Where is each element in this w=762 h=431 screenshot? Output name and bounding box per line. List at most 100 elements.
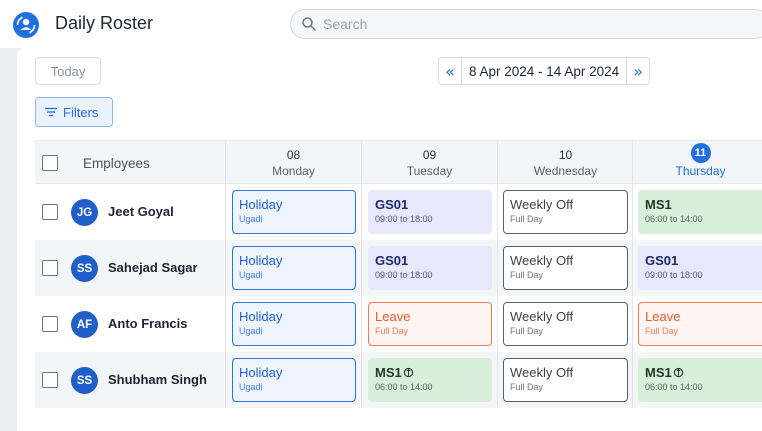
row-checkbox[interactable] — [42, 316, 58, 332]
day-header-monday: 08 Monday — [225, 141, 361, 185]
column-divider — [632, 296, 633, 352]
people-circle-icon[interactable] — [13, 12, 39, 38]
column-divider — [632, 184, 633, 240]
column-divider — [361, 240, 362, 296]
date-range-label[interactable]: 8 Apr 2024 - 14 Apr 2024 — [462, 57, 627, 85]
shift-cell[interactable]: Leave Full Day — [638, 302, 762, 346]
shift-title: Holiday — [239, 365, 283, 380]
shift-detail: 09:00 to 18:00 — [375, 214, 433, 224]
shift-detail: 09:00 to 18:00 — [645, 270, 703, 280]
shift-title: Holiday — [239, 197, 283, 212]
today-button[interactable]: Today — [35, 57, 101, 85]
search-box[interactable] — [290, 9, 762, 39]
shift-title: Weekly Off — [510, 197, 574, 212]
shift-cell[interactable]: Holiday Ugadi — [232, 190, 356, 234]
roster-panel: Today « 8 Apr 2024 - 14 Apr 2024 » Filte… — [17, 48, 762, 431]
day-number: 10 — [558, 148, 573, 162]
filters-button[interactable]: Filters — [35, 97, 113, 127]
shift-cell[interactable]: Weekly Off Full Day — [503, 358, 628, 402]
search-icon — [302, 17, 316, 31]
shift-detail: 06:00 to 14:00 — [645, 214, 703, 224]
shift-cell[interactable]: GS01 09:00 to 18:00 — [368, 190, 492, 234]
filters-label: Filters — [63, 104, 99, 120]
column-divider — [225, 240, 226, 296]
shift-detail: 06:00 to 14:00 — [375, 382, 433, 392]
employee-name[interactable]: Shubham Singh — [108, 372, 207, 387]
next-week-button[interactable]: » — [626, 57, 651, 85]
table-row: SS Sahejad Sagar Holiday Ugadi GS01 09:0… — [35, 240, 762, 296]
shift-detail: Full Day — [510, 326, 544, 336]
shift-cell[interactable]: Leave Full Day — [368, 302, 492, 346]
column-divider — [225, 352, 226, 408]
double-chevron-left-icon: « — [445, 61, 455, 81]
shift-detail: Full Day — [645, 326, 679, 336]
shift-cell[interactable]: Holiday Ugadi — [232, 302, 356, 346]
day-number: 08 — [286, 148, 301, 162]
app-window: Daily Roster Today « 8 Apr 2024 - 14 Apr… — [0, 0, 762, 431]
shift-cell[interactable]: Holiday Ugadi — [232, 358, 356, 402]
employee-name[interactable]: Sahejad Sagar — [108, 260, 198, 275]
shift-detail: Ugadi — [239, 382, 263, 392]
avatar: SS — [71, 367, 98, 394]
shift-title-line: MS1 — [375, 365, 485, 380]
day-name: Thursday — [675, 164, 726, 178]
avatar: AF — [71, 311, 98, 338]
employee-name[interactable]: Jeet Goyal — [108, 204, 174, 219]
day-header-tuesday: 09 Tuesday — [361, 141, 497, 185]
shift-cell[interactable]: Holiday Ugadi — [232, 246, 356, 290]
double-chevron-right-icon: » — [633, 61, 644, 81]
shift-title: MS1 — [375, 365, 402, 380]
shift-cell[interactable]: Weekly Off Full Day — [503, 302, 628, 346]
shift-detail: Full Day — [510, 214, 544, 224]
column-divider — [225, 184, 226, 240]
column-divider — [225, 296, 226, 352]
column-divider — [497, 352, 498, 408]
shift-title: GS01 — [645, 253, 679, 268]
day-header-wednesday: 10 Wednesday — [497, 141, 633, 185]
select-all-checkbox[interactable] — [42, 155, 58, 171]
shift-title: Holiday — [239, 253, 283, 268]
app-title: Daily Roster — [55, 13, 154, 33]
shift-cell[interactable]: Weekly Off Full Day — [503, 246, 628, 290]
day-name: Tuesday — [406, 164, 453, 178]
table-row: SS Shubham Singh Holiday Ugadi MS1 06:00… — [35, 352, 762, 408]
cycle-icon — [673, 367, 683, 378]
top-bar: Daily Roster — [0, 0, 762, 48]
row-checkbox[interactable] — [42, 204, 58, 220]
cycle-icon — [403, 367, 413, 378]
shift-cell[interactable]: MS1 06:00 to 14:00 — [368, 358, 492, 402]
previous-week-button[interactable]: « — [438, 57, 462, 85]
table-row: JG Jeet Goyal Holiday Ugadi GS01 09:00 t… — [35, 184, 762, 240]
date-navigator: « 8 Apr 2024 - 14 Apr 2024 » — [438, 57, 651, 85]
shift-detail: Ugadi — [239, 326, 263, 336]
shift-detail: Full Day — [510, 270, 544, 280]
column-divider — [361, 352, 362, 408]
avatar: SS — [71, 255, 98, 282]
table-row: AF Anto Francis Holiday Ugadi Leave Full… — [35, 296, 762, 352]
column-divider — [497, 184, 498, 240]
shift-cell[interactable]: GS01 09:00 to 18:00 — [368, 246, 492, 290]
shift-title: GS01 — [375, 253, 409, 268]
shift-cell[interactable]: Weekly Off Full Day — [503, 190, 628, 234]
shift-title: Leave — [645, 309, 681, 324]
search-input[interactable] — [323, 14, 723, 34]
row-checkbox[interactable] — [42, 372, 58, 388]
row-checkbox[interactable] — [42, 260, 58, 276]
shift-detail: 06:00 to 14:00 — [645, 382, 703, 392]
shift-title: Weekly Off — [510, 309, 574, 324]
roster-header-row: Employees 08 Monday 09 Tuesday 10 Wednes… — [35, 140, 762, 185]
shift-cell[interactable]: MS1 06:00 to 14:00 — [638, 358, 762, 402]
column-divider — [361, 184, 362, 240]
day-name: Wednesday — [533, 164, 598, 178]
column-divider — [497, 240, 498, 296]
filter-lines-icon — [45, 107, 57, 117]
shift-cell[interactable]: MS1 06:00 to 14:00 — [638, 190, 762, 234]
shift-title: Weekly Off — [510, 253, 574, 268]
employee-name[interactable]: Anto Francis — [108, 316, 187, 331]
day-name: Monday — [272, 164, 315, 178]
avatar: JG — [71, 199, 98, 226]
column-divider — [632, 352, 633, 408]
shift-cell[interactable]: GS01 09:00 to 18:00 — [638, 246, 762, 290]
shift-title: Leave — [375, 309, 411, 324]
shift-detail: Full Day — [375, 326, 409, 336]
